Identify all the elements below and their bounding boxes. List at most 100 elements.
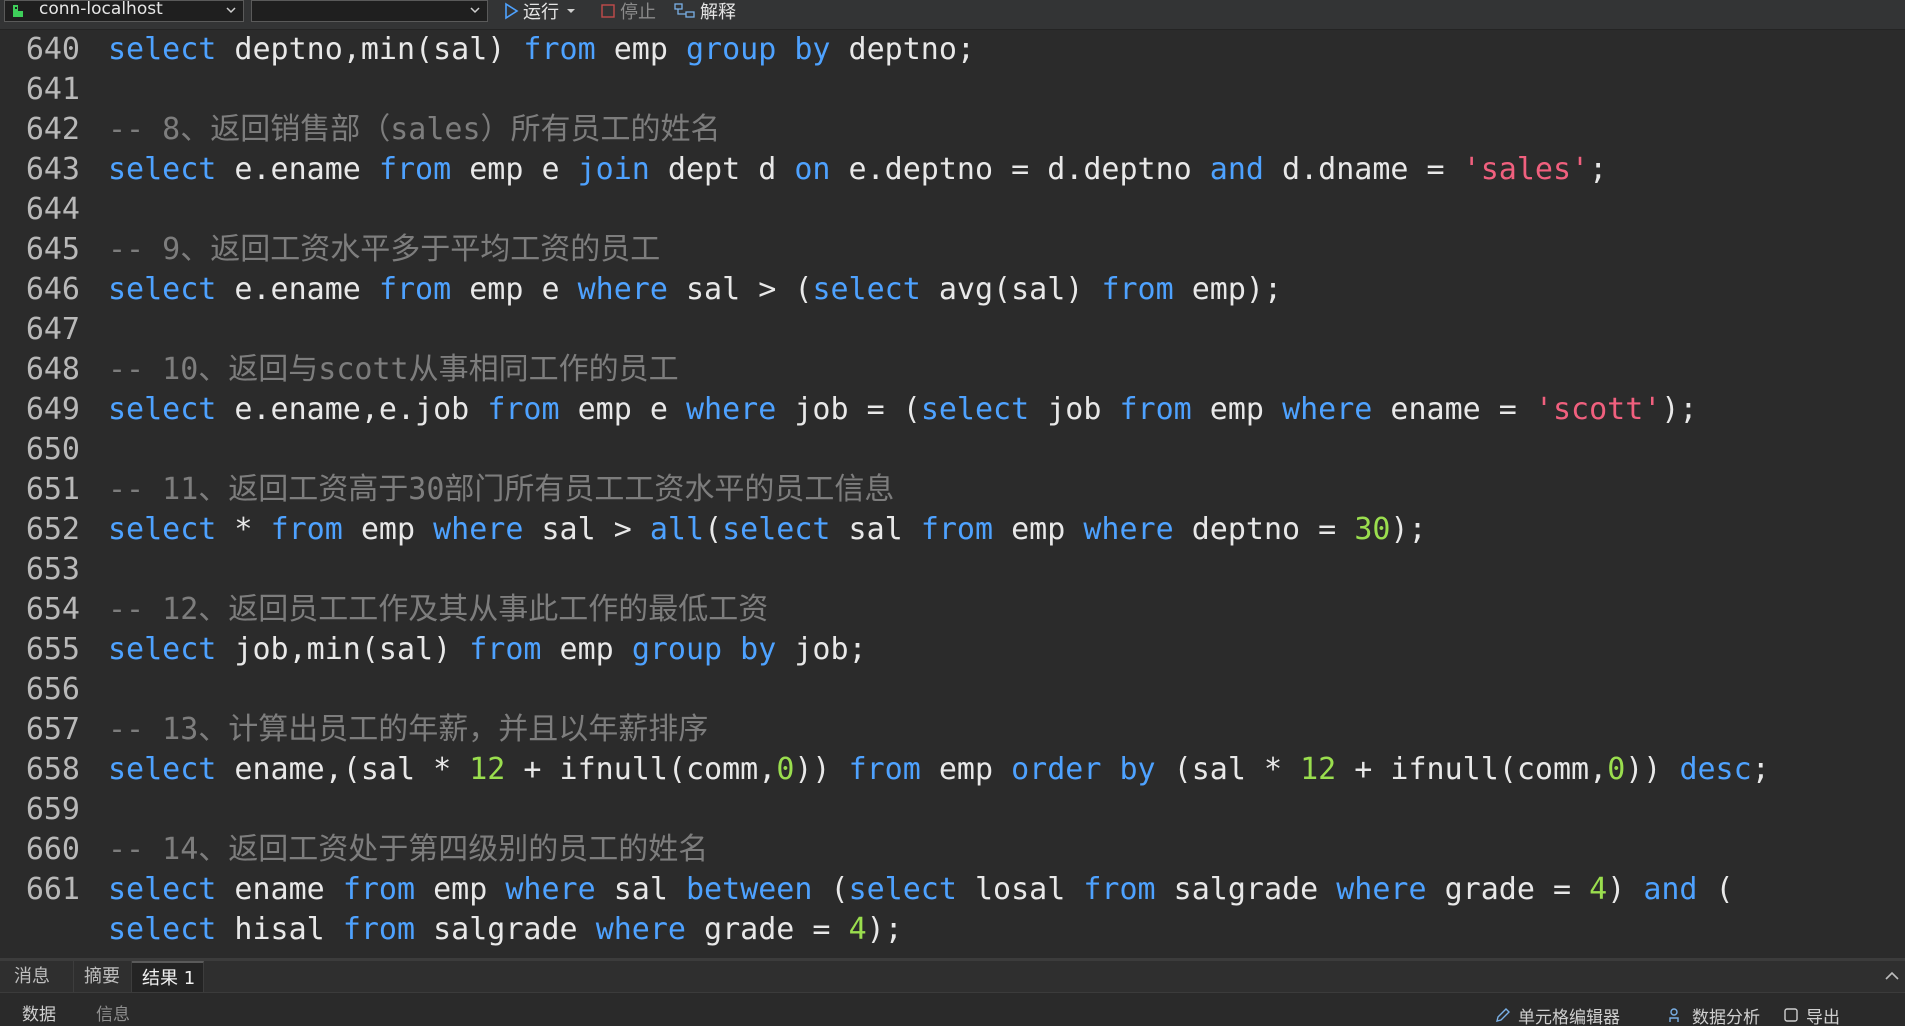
- line-number: 658: [25, 752, 80, 787]
- code-text: select e.ename,e.job from emp e where jo…: [108, 390, 1698, 430]
- tab-messages[interactable]: 消息: [4, 961, 74, 992]
- code-line[interactable]: 640 select deptno,min(sal) from emp group…: [0, 30, 1905, 70]
- code-line[interactable]: 645 -- 9、返回工资水平多于平均工资的员工: [0, 230, 1905, 270]
- sql-text: ename,(sal *: [216, 752, 470, 787]
- code-line[interactable]: select hisal from salgrade where grade =…: [0, 910, 1905, 950]
- sql-text: job: [1029, 392, 1120, 427]
- explain-button[interactable]: 解释: [674, 0, 736, 23]
- sql-text: e.deptno = d.deptno: [830, 152, 1210, 187]
- code-line[interactable]: 660 -- 14、返回工资处于第四级别的员工的姓名: [0, 830, 1905, 870]
- sql-keyword: where: [505, 872, 596, 907]
- code-text: select e.ename from emp e where sal > (s…: [108, 270, 1282, 310]
- sql-text: ;: [1751, 752, 1770, 787]
- sql-text: ): [1607, 872, 1644, 907]
- sql-text: (: [1697, 872, 1734, 907]
- sql-text: emp e: [451, 152, 578, 187]
- code-text: select * from emp where sal > all(select…: [108, 510, 1427, 550]
- sql-keyword: from: [920, 512, 994, 547]
- data-analysis-label: 数据分析: [1692, 1007, 1760, 1026]
- database-select[interactable]: [251, 0, 488, 22]
- cell-editor-button[interactable]: 单元格编辑器: [1494, 1004, 1620, 1026]
- sql-keyword: from: [1083, 872, 1156, 907]
- line-number: 647: [25, 312, 80, 347]
- sql-text: e.ename: [216, 272, 379, 307]
- toolbar: conn-localhost 运行 停止 解释: [0, 0, 1905, 30]
- sql-string: 'sales': [1462, 152, 1590, 187]
- sql-keyword: select: [812, 272, 921, 307]
- sql-text: )): [794, 752, 849, 787]
- code-line[interactable]: 650: [0, 430, 1905, 470]
- sql-keyword: select: [108, 912, 217, 947]
- stop-label: 停止: [620, 2, 656, 23]
- sql-text: avg(sal): [920, 272, 1102, 307]
- sql-text: emp: [993, 512, 1084, 547]
- sql-keyword: select: [108, 752, 217, 787]
- sql-keyword: desc: [1679, 752, 1752, 787]
- code-line[interactable]: 641: [0, 70, 1905, 110]
- code-line[interactable]: 651 -- 11、返回工资高于30部门所有员工工资水平的员工信息: [0, 470, 1905, 510]
- sql-keyword: on: [794, 152, 831, 187]
- line-number: 640: [25, 32, 80, 67]
- subtab-data[interactable]: 数据: [22, 1004, 56, 1026]
- code-line[interactable]: 661 select ename from emp where sal betwe…: [0, 870, 1905, 910]
- code-line[interactable]: 649 select e.ename,e.job from emp e where…: [0, 390, 1905, 430]
- code-line[interactable]: 647: [0, 310, 1905, 350]
- subtab-info[interactable]: 信息: [96, 1004, 130, 1026]
- line-number: 652: [25, 512, 80, 547]
- code-line[interactable]: 659: [0, 790, 1905, 830]
- code-line[interactable]: 646 select e.ename from emp e where sal >…: [0, 270, 1905, 310]
- sql-keyword: from: [342, 872, 416, 907]
- sql-keyword: select: [920, 392, 1030, 427]
- sql-keyword: select: [108, 32, 217, 67]
- chevron-down-icon: [226, 7, 236, 14]
- code-line[interactable]: 655 select job,min(sal) from emp group by…: [0, 630, 1905, 670]
- sql-text: ;: [1589, 152, 1608, 187]
- play-icon: [505, 2, 519, 20]
- explain-icon: [674, 3, 695, 18]
- code-text: select deptno,min(sal) from emp group by…: [108, 30, 975, 70]
- sql-text: deptno =: [1173, 512, 1355, 547]
- code-text: -- 12、返回员工工作及其从事此工作的最低工资: [108, 590, 768, 630]
- sql-keyword: group by: [631, 632, 777, 667]
- code-line[interactable]: 657 -- 13、计算出员工的年薪，并且以年薪排序: [0, 710, 1905, 750]
- code-line[interactable]: 652 select * from emp where sal > all(sel…: [0, 510, 1905, 550]
- line-number: 657: [25, 712, 80, 747]
- export-button[interactable]: 导出: [1782, 1004, 1840, 1026]
- chevron-up-icon[interactable]: [1883, 969, 1901, 983]
- line-number: 642: [25, 112, 80, 147]
- code-line[interactable]: 656: [0, 670, 1905, 710]
- code-line[interactable]: 658 select ename,(sal * 12 + ifnull(comm,…: [0, 750, 1905, 790]
- code-line[interactable]: 648 -- 10、返回与scott从事相同工作的员工: [0, 350, 1905, 390]
- sql-keyword: where: [433, 512, 524, 547]
- code-line[interactable]: 644: [0, 190, 1905, 230]
- cell-editor-label: 单元格编辑器: [1518, 1007, 1620, 1026]
- line-number: 645: [25, 232, 80, 267]
- sql-text: losal: [956, 872, 1084, 907]
- connection-select[interactable]: conn-localhost: [4, 0, 244, 22]
- sql-text: dept d: [649, 152, 795, 187]
- code-line[interactable]: 653: [0, 550, 1905, 590]
- sql-number: 4: [848, 912, 867, 947]
- sql-keyword: select: [848, 872, 957, 907]
- code-line[interactable]: 642 -- 8、返回销售部（sales）所有员工的姓名: [0, 110, 1905, 150]
- tab-summary[interactable]: 摘要: [74, 961, 132, 992]
- run-button[interactable]: 运行: [503, 0, 581, 23]
- sql-keyword: and: [1643, 872, 1698, 907]
- data-analysis-button[interactable]: 数据分析: [1668, 1004, 1760, 1026]
- sql-keyword: between: [686, 872, 813, 907]
- sql-keyword: where: [1083, 512, 1174, 547]
- sql-editor[interactable]: 640 select deptno,min(sal) from emp group…: [0, 30, 1905, 958]
- sql-keyword: from: [378, 152, 452, 187]
- tab-result-1[interactable]: 结果 1: [132, 961, 204, 992]
- line-number: 661: [25, 872, 80, 907]
- sql-text: d.dname =: [1263, 152, 1463, 187]
- code-line[interactable]: 654 -- 12、返回员工工作及其从事此工作的最低工资: [0, 590, 1905, 630]
- export-label: 导出: [1806, 1007, 1840, 1026]
- code-line[interactable]: 643 select e.ename from emp e join dept d…: [0, 150, 1905, 190]
- line-number: 646: [25, 272, 80, 307]
- sql-text: emp e: [451, 272, 578, 307]
- line-number: 660: [25, 832, 80, 867]
- sql-text: job;: [776, 632, 867, 667]
- stop-button[interactable]: 停止: [600, 0, 656, 23]
- sql-text: job = (: [776, 392, 921, 427]
